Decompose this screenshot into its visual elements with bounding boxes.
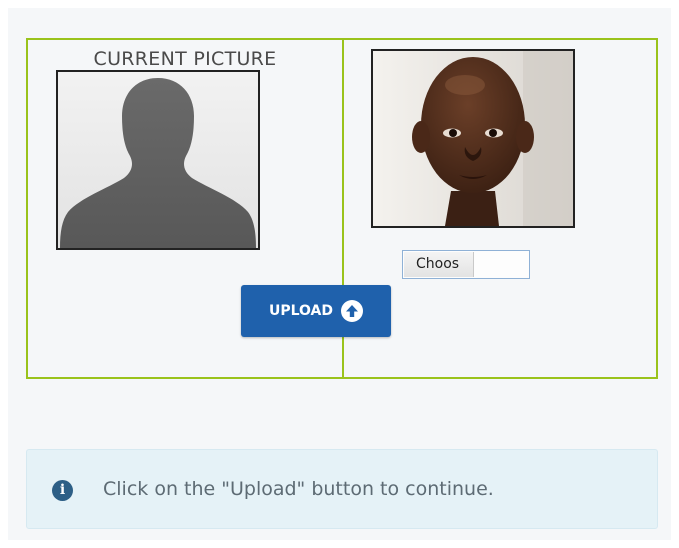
arrow-up-circle-icon <box>341 300 364 322</box>
choose-file-button[interactable]: Choos <box>404 252 474 277</box>
info-message-text: Click on the "Upload" button to continue… <box>103 478 494 500</box>
avatar-silhouette-icon <box>60 78 256 248</box>
info-icon: i <box>52 480 73 501</box>
current-picture-title: CURRENT PICTURE <box>93 48 277 70</box>
child-portrait-image <box>373 51 573 226</box>
info-message-box: i Click on the "Upload" button to contin… <box>26 449 658 529</box>
current-picture-placeholder <box>56 70 260 250</box>
upload-button[interactable]: UPLOAD <box>241 285 391 337</box>
upload-button-label: UPLOAD <box>268 303 334 319</box>
new-picture-preview <box>371 49 575 228</box>
file-chooser-input[interactable]: Choos <box>402 250 530 279</box>
